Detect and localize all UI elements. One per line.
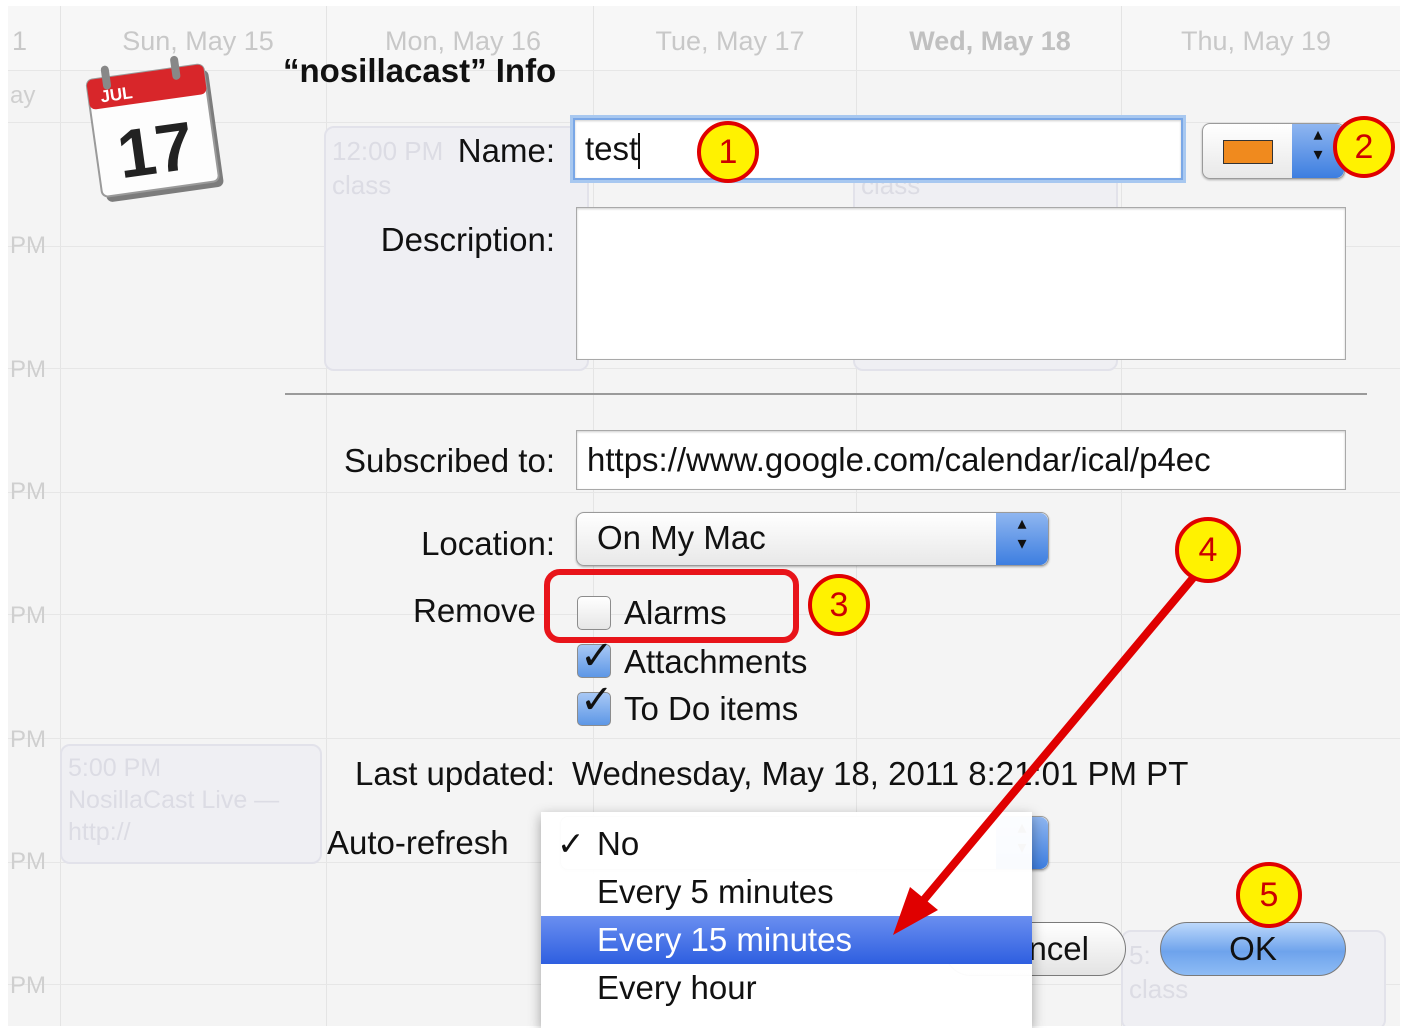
- arrow-line: [918, 574, 1197, 906]
- annotation-badge-5: 5: [1236, 862, 1302, 928]
- annotation-badge-1: 1: [697, 121, 759, 183]
- annotation-badge-3: 3: [808, 574, 870, 636]
- annotation-badge-2: 2: [1333, 116, 1395, 178]
- annotation-badge-4: 4: [1175, 517, 1241, 583]
- calendar-info-dialog: JUL 17 “nosillacast” Info Name: test ▴ ▾ …: [0, 0, 1406, 1028]
